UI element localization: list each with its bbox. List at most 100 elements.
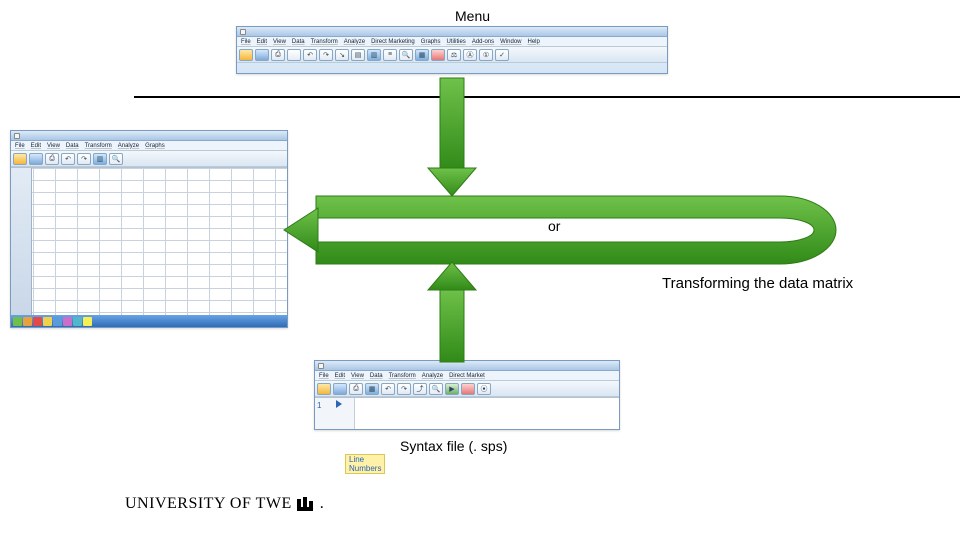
goto-icon: ↘ — [335, 49, 349, 61]
task-icon — [33, 317, 42, 326]
insert-icon: ≡ — [383, 49, 397, 61]
record-icon — [431, 49, 445, 61]
spss-syntax-window: File Edit View Data Transform Analyze Di… — [314, 360, 620, 430]
menubar: File Edit View Data Transform Analyze Di… — [237, 37, 667, 47]
label-transform: Transforming the data matrix — [662, 275, 853, 292]
open-icon — [317, 383, 331, 395]
window-control — [14, 133, 20, 139]
syntax-body: 1 Line Numbers — [315, 397, 619, 429]
redo-icon: ↷ — [77, 153, 91, 165]
open-icon — [239, 49, 253, 61]
menu-item: Edit — [335, 373, 345, 379]
titlebar — [315, 361, 619, 371]
value-icon: ① — [479, 49, 493, 61]
task-icon — [23, 317, 32, 326]
logo-text-end: . — [320, 495, 325, 513]
menu-item: Analyze — [118, 143, 139, 149]
divider — [134, 96, 960, 98]
open-icon — [13, 153, 27, 165]
undo-icon: ↶ — [303, 49, 317, 61]
save-icon — [333, 383, 347, 395]
menu-item: Utilities — [446, 39, 465, 45]
print-icon: ⎙ — [349, 383, 363, 395]
menu-item: Data — [370, 373, 383, 379]
print-icon: ⎙ — [45, 153, 59, 165]
save-icon — [29, 153, 43, 165]
task-icon — [73, 317, 82, 326]
goto-icon: ⤴ — [413, 383, 427, 395]
chart-icon: ▥ — [367, 49, 381, 61]
menu-item: Data — [66, 143, 79, 149]
line-gutter: 1 Line Numbers — [315, 398, 355, 429]
menu-item: Help — [528, 39, 540, 45]
spell-icon: ✓ — [495, 49, 509, 61]
window-control — [318, 363, 324, 369]
logo-text-main: UNIVERSITY OF TWE — [125, 495, 292, 513]
menu-item: Add-ons — [472, 39, 494, 45]
menu-item: Edit — [257, 39, 267, 45]
taskbar — [11, 315, 287, 327]
data-grid — [11, 167, 287, 315]
stop-icon — [461, 383, 475, 395]
chart-icon: ▥ — [93, 153, 107, 165]
logo-mark-icon — [296, 496, 316, 512]
toolbar: ⎙ ↶ ↷ ▥ 🔍 — [11, 151, 287, 167]
print-icon: ⎙ — [271, 49, 285, 61]
toolbar: ⎙ ↶ ↷ ↘ ▤ ▥ ≡ 🔍 ▦ ⚖ Ⓐ ① ✓ — [237, 47, 667, 63]
menu-item: File — [15, 143, 25, 149]
menu-item: File — [319, 373, 329, 379]
undo-icon: ↶ — [381, 383, 395, 395]
menu-item: View — [47, 143, 60, 149]
titlebar — [11, 131, 287, 141]
menu-item: Analyze — [344, 39, 365, 45]
undo-icon: ↶ — [61, 153, 75, 165]
dialog-icon: ▦ — [415, 49, 429, 61]
save-icon — [255, 49, 269, 61]
menu-item: Graphs — [421, 39, 441, 45]
dialog-icon: ▦ — [365, 383, 379, 395]
label-icon: Ⓐ — [463, 49, 477, 61]
menu-item: Direct Marketing — [371, 39, 415, 45]
menu-item: View — [273, 39, 286, 45]
menu-item: Data — [292, 39, 305, 45]
menu-item: Window — [500, 39, 521, 45]
redo-icon: ↷ — [319, 49, 333, 61]
weight-icon: ⚖ — [447, 49, 461, 61]
menu-item: Transform — [85, 143, 112, 149]
line-numbers-tooltip: Line Numbers — [345, 454, 385, 474]
label-or: or — [548, 218, 560, 234]
task-icon — [63, 317, 72, 326]
toolbar: ⎙ ▦ ↶ ↷ ⤴ 🔍 ▶ ⦿ — [315, 381, 619, 397]
menu-item: Transform — [389, 373, 416, 379]
university-logo: UNIVERSITY OF TWE. — [125, 495, 324, 513]
search-icon: 🔍 — [399, 49, 413, 61]
label-menu: Menu — [455, 8, 490, 24]
menu-item: Graphs — [145, 143, 165, 149]
task-icon — [43, 317, 52, 326]
menu-item: Analyze — [422, 373, 443, 379]
task-icon — [53, 317, 62, 326]
menu-item: Transform — [311, 39, 338, 45]
menu-item: View — [351, 373, 364, 379]
menubar: File Edit View Data Transform Analyze Gr… — [11, 141, 287, 151]
menu-item: Direct Market — [449, 373, 485, 379]
break-icon: ⦿ — [477, 383, 491, 395]
label-syntax: Syntax file (. sps) — [400, 438, 507, 454]
run-icon: ▶ — [445, 383, 459, 395]
find-icon: 🔍 — [109, 153, 123, 165]
menu-item: Edit — [31, 143, 41, 149]
vars-icon: ▤ — [351, 49, 365, 61]
menubar: File Edit View Data Transform Analyze Di… — [315, 371, 619, 381]
line-number: 1 — [317, 401, 321, 410]
titlebar — [237, 27, 667, 37]
menu-item: File — [241, 39, 251, 45]
task-icon — [13, 317, 22, 326]
search-icon: 🔍 — [429, 383, 443, 395]
run-marker-icon — [336, 400, 342, 408]
find-icon — [287, 49, 301, 61]
window-control — [240, 29, 246, 35]
spss-data-window: File Edit View Data Transform Analyze Gr… — [10, 130, 288, 328]
task-icon — [83, 317, 92, 326]
spss-menu-window: File Edit View Data Transform Analyze Di… — [236, 26, 668, 74]
redo-icon: ↷ — [397, 383, 411, 395]
